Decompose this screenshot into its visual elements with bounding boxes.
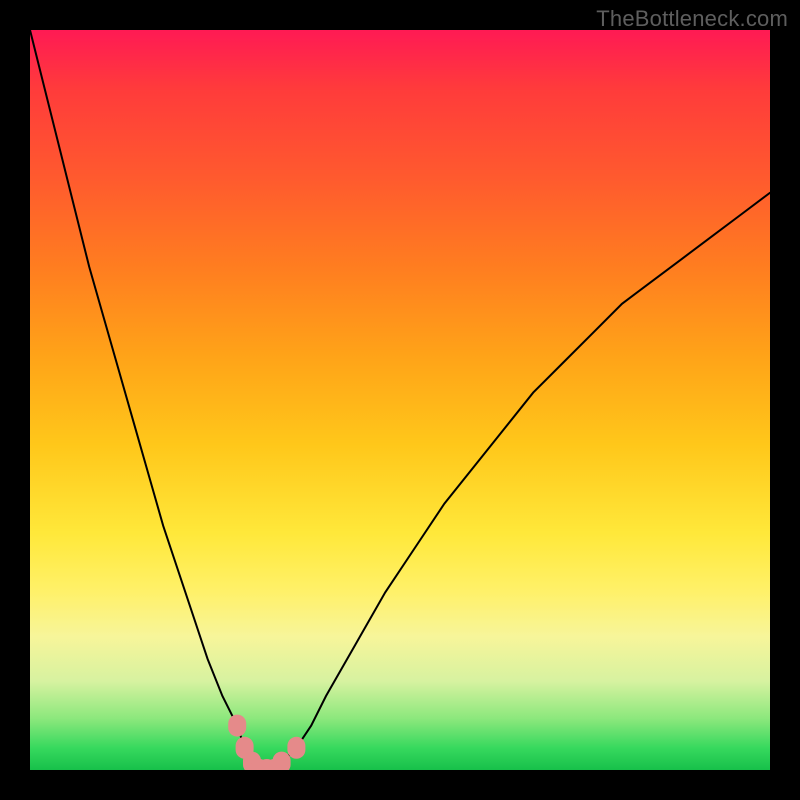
curve-marker — [287, 737, 305, 759]
bottleneck-curve — [30, 30, 770, 770]
plot-area — [30, 30, 770, 770]
chart-frame: TheBottleneck.com — [0, 0, 800, 800]
curve-marker — [228, 715, 246, 737]
curve-marker — [273, 752, 291, 770]
watermark-text: TheBottleneck.com — [596, 6, 788, 32]
curve-markers — [228, 715, 305, 770]
curve-svg — [30, 30, 770, 770]
